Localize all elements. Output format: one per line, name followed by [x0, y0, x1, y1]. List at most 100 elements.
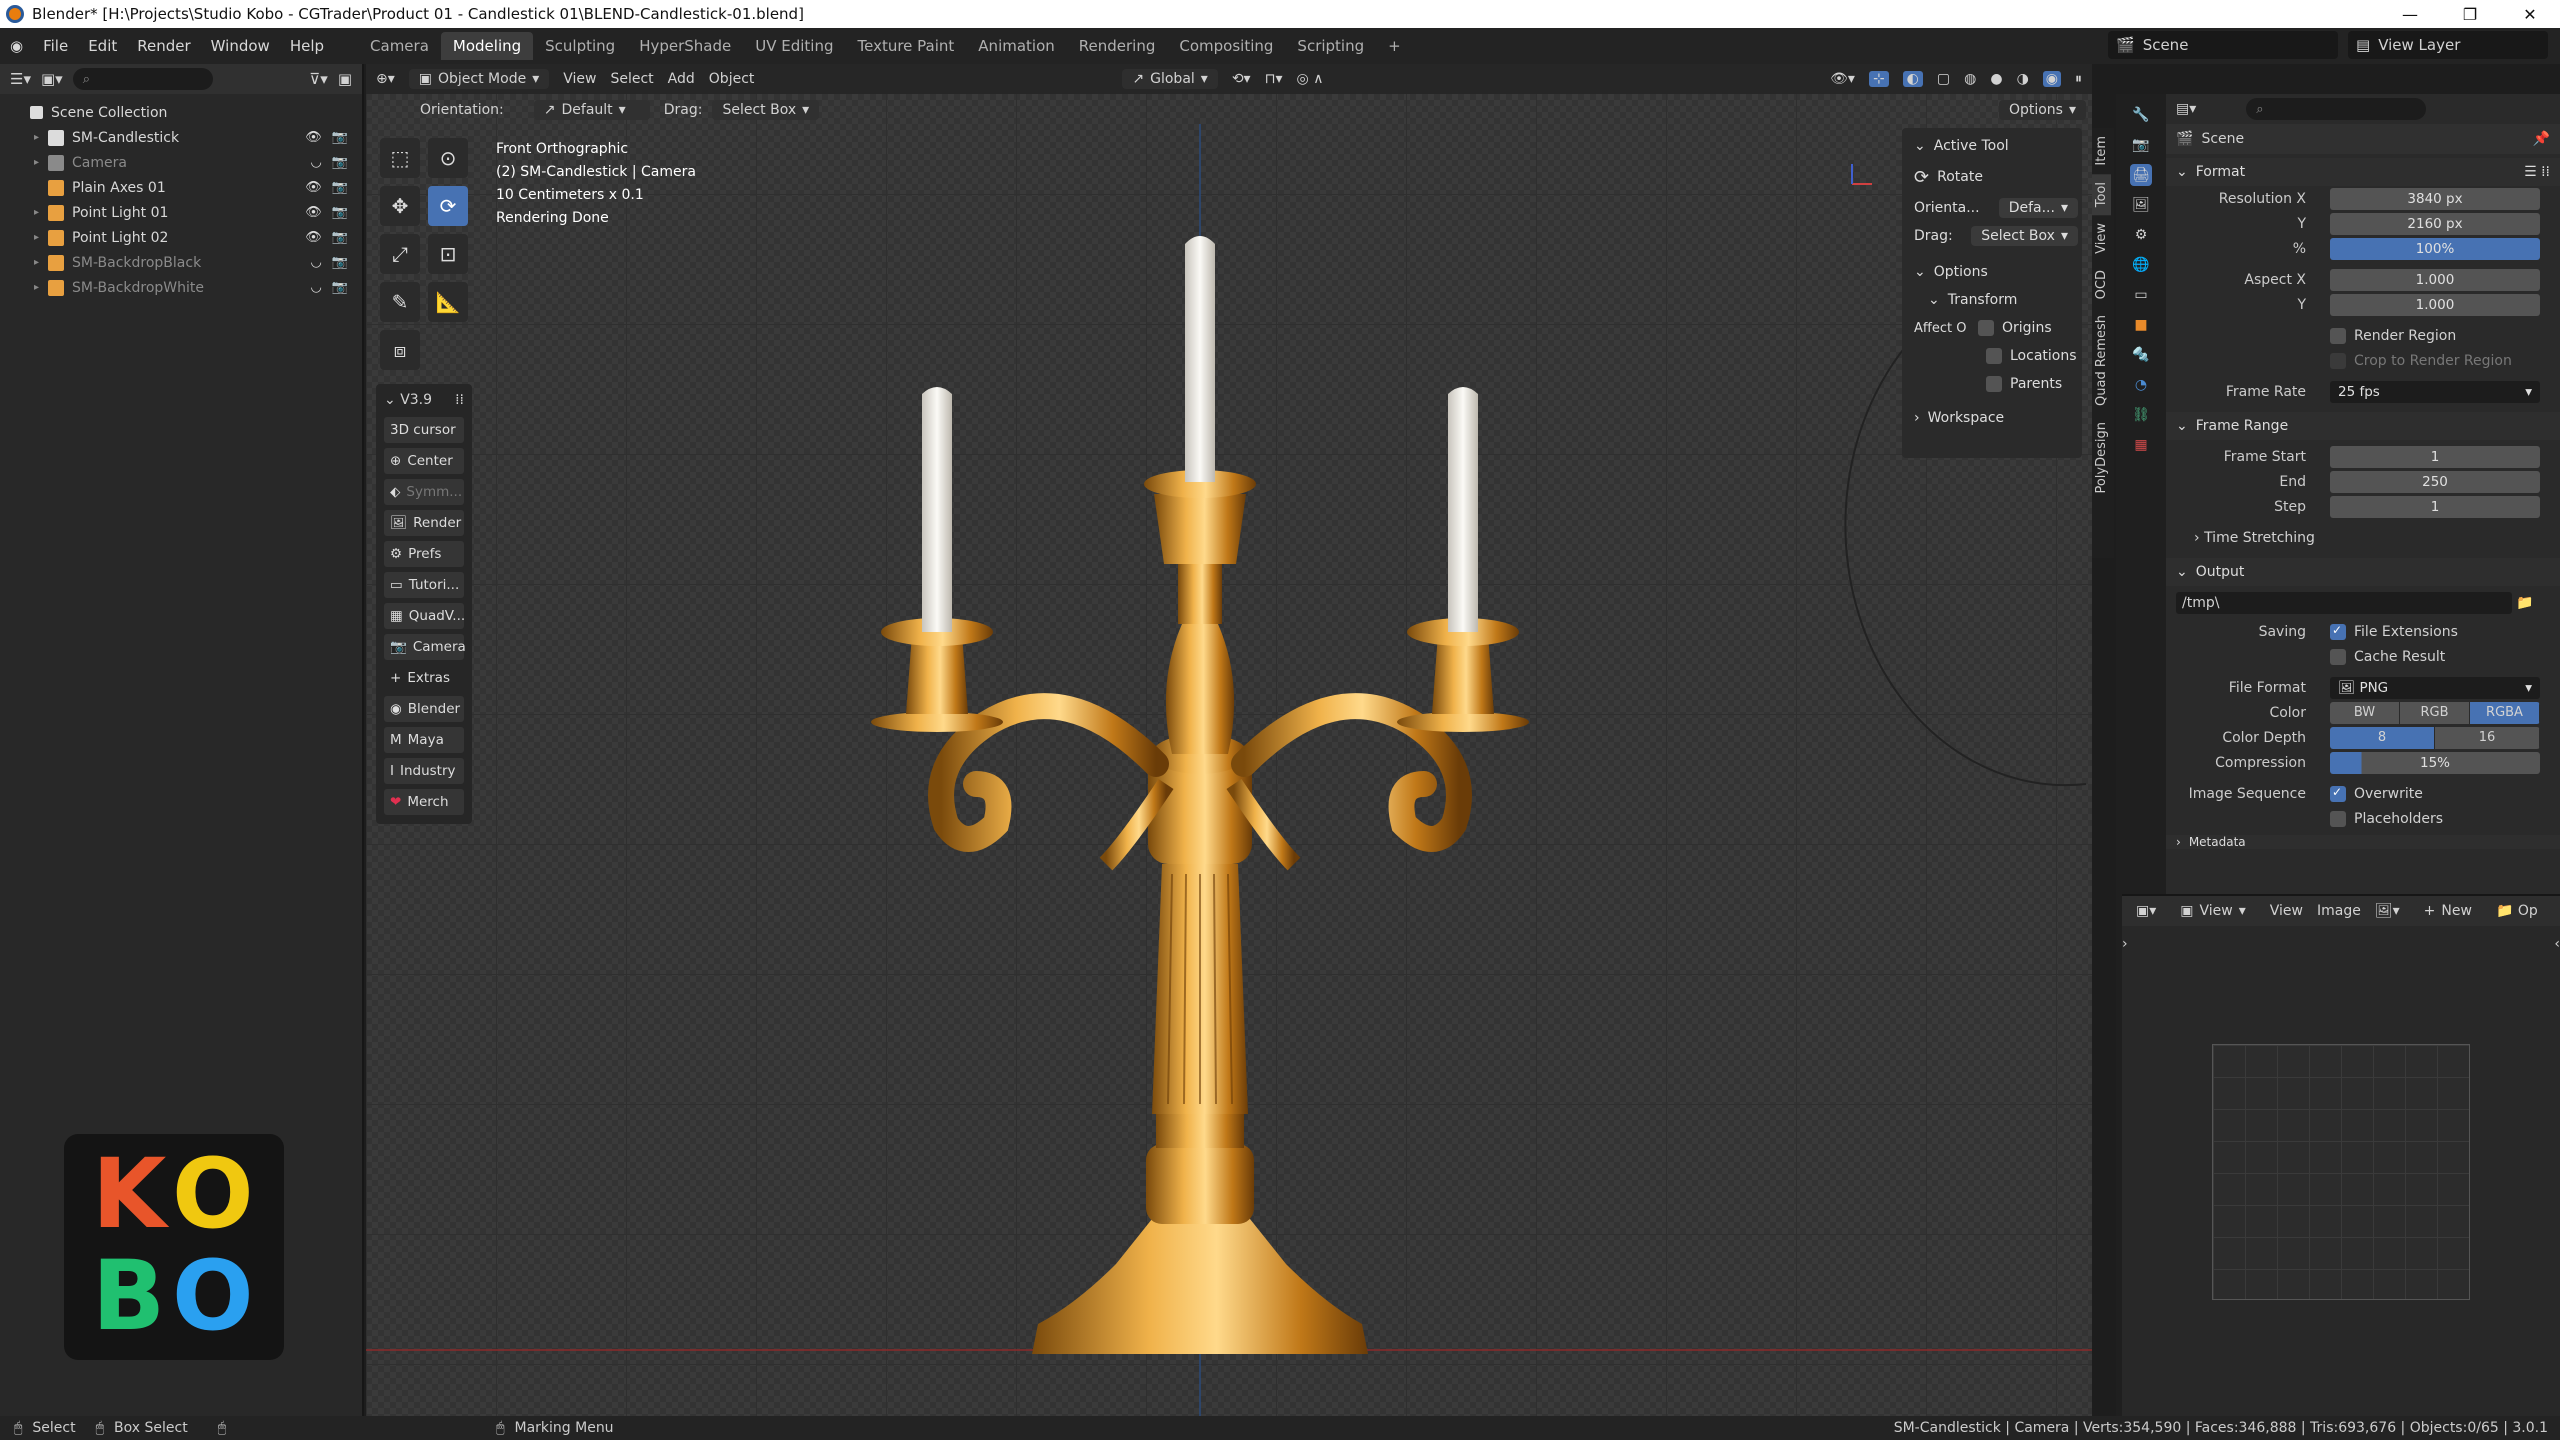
compression-slider[interactable]: 15% — [2330, 751, 2540, 774]
material-shading-icon[interactable]: ◑ — [2017, 71, 2029, 87]
frame-start-field[interactable]: 1 — [2330, 445, 2540, 468]
v39-button-prefs[interactable]: ⚙ Prefs — [384, 541, 464, 567]
res-x-field[interactable]: 3840 px — [2330, 187, 2540, 210]
view-layer-selector[interactable]: ▤ View Layer — [2348, 31, 2548, 59]
visibility-eye-icon[interactable]: ◡ — [310, 255, 321, 270]
select-box-tool-icon[interactable]: ⬚ — [380, 138, 420, 178]
minimize-button[interactable]: — — [2380, 5, 2440, 24]
tab-polydesign[interactable]: PolyDesign — [2092, 414, 2111, 502]
v39-button-merch[interactable]: ❤ Merch — [384, 789, 464, 815]
time-stretching-header[interactable]: › Time Stretching — [2166, 525, 2560, 550]
file-format-dropdown[interactable]: 🖼 PNG ▾ — [2330, 676, 2540, 699]
scene-props-icon[interactable]: ⚙ — [2130, 224, 2152, 246]
np-drag-dropdown[interactable]: Select Box ▾ — [1971, 226, 2078, 246]
outliner-item[interactable]: ▸ SM-BackdropWhite ◡ 📷 — [34, 275, 362, 300]
modifier-props-icon[interactable]: 🔩 — [2130, 344, 2152, 366]
texture-props-icon[interactable]: ▦ — [2130, 434, 2152, 456]
color-bw-option[interactable]: BW — [2330, 701, 2400, 724]
output-path-input[interactable]: /tmp\ — [2176, 591, 2512, 614]
tab-ocd[interactable]: OCD — [2092, 262, 2111, 307]
maximize-button[interactable]: ❐ — [2440, 5, 2500, 24]
expand-arrow-icon[interactable]: ▸ — [34, 132, 48, 143]
close-button[interactable]: ✕ — [2500, 5, 2560, 24]
render-camera-icon[interactable]: 📷 — [332, 155, 348, 170]
tab-view[interactable]: View — [2092, 215, 2111, 262]
metadata-header[interactable]: › Metadata — [2166, 835, 2560, 849]
color-rgb-option[interactable]: RGB — [2400, 701, 2470, 724]
v39-title[interactable]: ⌄ V3.9 — [384, 392, 432, 408]
options-header[interactable]: ⌄ Options — [1906, 258, 2078, 286]
visibility-eye-icon[interactable]: 👁 — [305, 205, 322, 220]
image-canvas[interactable] — [2212, 1044, 2470, 1300]
properties-search-input[interactable]: ⌕ — [2246, 98, 2427, 120]
menu-add[interactable]: Add — [668, 71, 695, 87]
constraint-props-icon[interactable]: ⛓ — [2130, 404, 2152, 426]
file-extensions-checkbox[interactable] — [2330, 623, 2346, 640]
pin-icon[interactable]: 📌 — [2533, 131, 2550, 147]
render-camera-icon[interactable]: 📷 — [332, 205, 348, 220]
new-image-button[interactable]: + New — [2413, 901, 2482, 921]
tab-item[interactable]: Item — [2092, 128, 2111, 174]
object-mode-dropdown[interactable]: ▣ Object Mode ▾ — [408, 69, 550, 89]
tab-modeling[interactable]: Modeling — [440, 32, 534, 60]
pause-icon[interactable]: ⏸ — [2075, 71, 2082, 87]
world-props-icon[interactable]: 🌐 — [2130, 254, 2152, 276]
scene-selector[interactable]: 🎬 Scene — [2108, 31, 2338, 59]
placeholders-checkbox[interactable] — [2330, 810, 2346, 827]
display-mode-icon[interactable]: ▣▾ — [41, 70, 63, 88]
rotate-tool-icon[interactable]: ⟳ — [428, 186, 468, 226]
blender-menu-icon[interactable]: ◉ — [0, 37, 33, 55]
orient-dropdown[interactable]: Defa... ▾ — [1998, 198, 2078, 218]
annotate-tool-icon[interactable]: ✎ — [380, 282, 420, 322]
transform-tool-icon[interactable]: ⊡ — [428, 234, 468, 274]
menu-edit[interactable]: Edit — [78, 37, 127, 55]
render-camera-icon[interactable]: 📷 — [332, 180, 348, 195]
folder-icon[interactable]: 📁 — [2516, 595, 2533, 611]
transform-orientation-dropdown[interactable]: ↗ Global ▾ — [1122, 69, 1218, 89]
tab-scripting[interactable]: Scripting — [1285, 32, 1376, 60]
tab-hypershade[interactable]: HyperShade — [627, 32, 743, 60]
parents-checkbox[interactable] — [1986, 376, 2002, 392]
add-cube-tool-icon[interactable]: ⧈ — [380, 330, 420, 370]
tab-rendering[interactable]: Rendering — [1067, 32, 1168, 60]
render-props-icon[interactable]: 📷 — [2130, 134, 2152, 156]
navigation-gizmo[interactable] — [1851, 164, 1872, 185]
menu-window[interactable]: Window — [201, 37, 280, 55]
overwrite-checkbox[interactable] — [2330, 785, 2346, 802]
expand-arrow-icon[interactable]: ▸ — [34, 282, 48, 293]
pivot-icon[interactable]: ⟲▾ — [1232, 71, 1251, 87]
output-header[interactable]: ⌄ Output — [2166, 558, 2560, 586]
outliner-item[interactable]: ▸ SM-Candlestick 👁 📷 — [34, 125, 362, 150]
render-camera-icon[interactable]: 📷 — [332, 230, 348, 245]
v39-button-industry[interactable]: I Industry — [384, 758, 464, 784]
image-editor-type-icon[interactable]: ▣▾ — [2136, 903, 2156, 919]
visibility-eye-icon[interactable]: 👁 — [305, 130, 322, 145]
transform-header[interactable]: ⌄ Transform — [1906, 286, 2078, 314]
aspect-x-field[interactable]: 1.000 — [2330, 268, 2540, 291]
tool-props-icon[interactable]: 🔧 — [2130, 104, 2152, 126]
orientation-dropdown[interactable]: ↗ Default ▾ — [533, 100, 650, 120]
v39-button-blender[interactable]: ◉ Blender — [384, 696, 464, 722]
outliner-item[interactable]: ▸ SM-BackdropBlack ◡ 📷 — [34, 250, 362, 275]
depth-16-option[interactable]: 16 — [2435, 726, 2540, 749]
wireframe-shading-icon[interactable]: ◍ — [1964, 71, 1976, 87]
visibility-icon[interactable]: 👁▾ — [1830, 71, 1855, 87]
v39-button-3d-cursor[interactable]: 3D cursor — [384, 417, 464, 443]
object-props-icon[interactable]: ■ — [2130, 314, 2152, 336]
gizmo-toggle-icon[interactable]: ⊹ — [1868, 71, 1889, 87]
locations-checkbox[interactable] — [1986, 348, 2002, 364]
origins-checkbox[interactable] — [1978, 320, 1994, 336]
render-camera-icon[interactable]: 📷 — [332, 255, 348, 270]
outliner-item[interactable]: ▸ Camera ◡ 📷 — [34, 150, 362, 175]
v39-button-maya[interactable]: M Maya — [384, 727, 464, 753]
expand-arrow-icon[interactable]: ▸ — [34, 257, 48, 268]
v39-button-tutori[interactable]: ▭ Tutori... — [384, 572, 464, 598]
collection-props-icon[interactable]: ▭ — [2130, 284, 2152, 306]
depth-8-option[interactable]: 8 — [2330, 726, 2435, 749]
render-camera-icon[interactable]: 📷 — [332, 280, 348, 295]
visibility-eye-icon[interactable]: 👁 — [305, 230, 322, 245]
render-camera-icon[interactable]: 📷 — [332, 130, 348, 145]
tab-tool[interactable]: Tool — [2092, 173, 2111, 215]
view-layer-props-icon[interactable]: 🖼 — [2130, 194, 2152, 216]
expand-toolbar-icon[interactable]: › — [2122, 936, 2128, 952]
